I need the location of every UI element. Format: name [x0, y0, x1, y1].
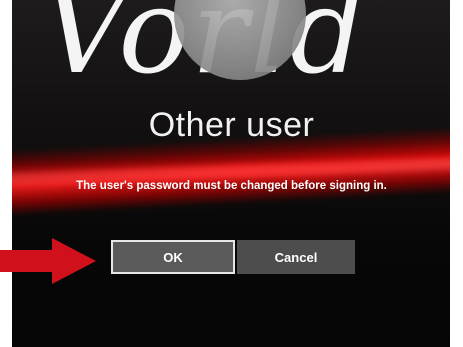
lock-screen: Vorld [12, 0, 450, 347]
photo-frame: Vorld Other user The user's password mus… [0, 0, 463, 347]
ok-button[interactable]: OK [111, 240, 235, 274]
red-arrow-icon [0, 238, 96, 284]
user-name-title: Other user [148, 106, 315, 144]
password-change-message: The user's password must be changed befo… [76, 180, 387, 192]
cancel-button[interactable]: Cancel [237, 240, 355, 274]
